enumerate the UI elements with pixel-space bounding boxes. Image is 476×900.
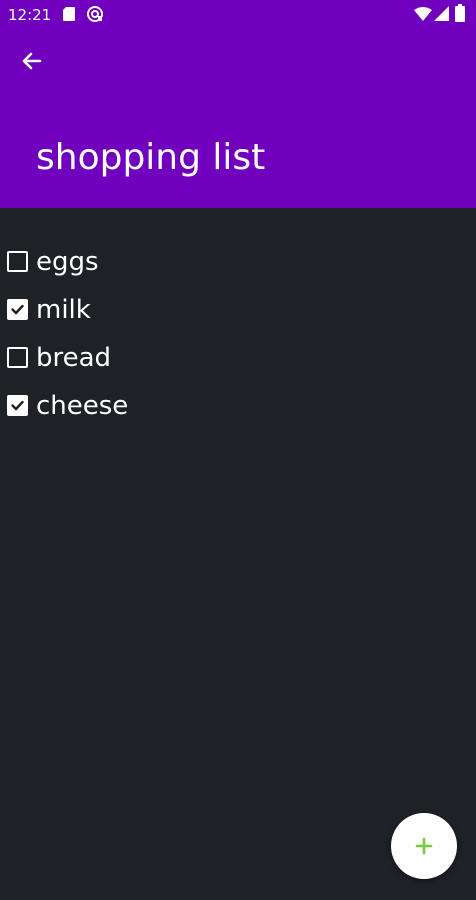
item-label: eggs bbox=[36, 247, 99, 277]
plus-icon bbox=[415, 837, 433, 855]
checkbox-bread[interactable] bbox=[7, 347, 28, 368]
signal-icon bbox=[434, 6, 449, 21]
sync-icon bbox=[87, 6, 103, 22]
checkbox-eggs[interactable] bbox=[7, 251, 28, 272]
item-label: milk bbox=[36, 295, 91, 325]
app-bar: 12:21 shopping list bbox=[0, 0, 476, 208]
back-button[interactable] bbox=[14, 44, 48, 78]
checkbox-milk[interactable] bbox=[7, 299, 28, 320]
sd-card-icon bbox=[63, 7, 75, 21]
checkmark-icon bbox=[11, 400, 24, 411]
wifi-icon bbox=[414, 7, 432, 21]
add-item-button[interactable] bbox=[391, 813, 457, 879]
shopping-list: eggs milk bread cheese bbox=[0, 238, 476, 430]
item-label: bread bbox=[36, 343, 112, 373]
checkbox-cheese[interactable] bbox=[7, 395, 28, 416]
list-item-cheese[interactable]: cheese bbox=[0, 382, 476, 430]
checkmark-icon bbox=[11, 304, 24, 315]
battery-icon bbox=[455, 4, 465, 22]
status-time: 12:21 bbox=[8, 6, 52, 24]
item-label: cheese bbox=[36, 391, 129, 421]
list-item-milk[interactable]: milk bbox=[0, 286, 476, 334]
list-item-bread[interactable]: bread bbox=[0, 334, 476, 382]
status-bar: 12:21 bbox=[0, 0, 476, 30]
list-item-eggs[interactable]: eggs bbox=[0, 238, 476, 286]
page-title: shopping list bbox=[36, 137, 266, 178]
